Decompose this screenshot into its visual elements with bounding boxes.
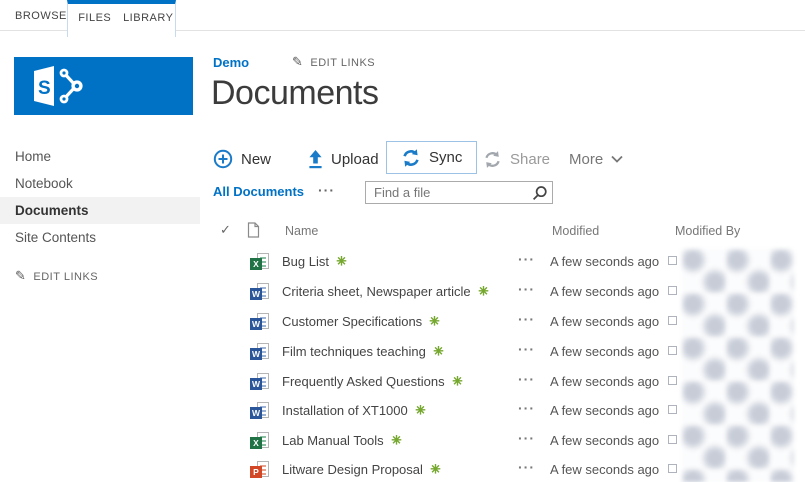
share-button[interactable]: Share: [483, 142, 550, 176]
word-file-icon: W: [250, 343, 269, 360]
find-a-file-searchbox: [365, 181, 553, 204]
table-row[interactable]: W Film techniques teaching ··· A few sec…: [0, 337, 805, 366]
sidebar-item-home[interactable]: Home: [0, 143, 200, 170]
sharepoint-logo-icon: S: [34, 66, 83, 106]
table-row[interactable]: P Litware Design Proposal ··· A few seco…: [0, 455, 805, 482]
row-ellipsis-menu[interactable]: ···: [518, 400, 535, 416]
breadcrumb-demo-link[interactable]: Demo: [213, 55, 249, 70]
row-ellipsis-menu[interactable]: ···: [518, 311, 535, 327]
modified-value: A few seconds ago: [550, 374, 660, 389]
sharepoint-document-library: BROWSE FILES LIBRARY S Home Notebook Doc…: [0, 0, 805, 482]
new-button[interactable]: New: [213, 142, 271, 176]
sync-button-label: Sync: [429, 149, 463, 166]
modified-value: A few seconds ago: [550, 433, 660, 448]
table-row[interactable]: W Customer Specifications ··· A few seco…: [0, 307, 805, 336]
view-all-documents[interactable]: All Documents: [213, 184, 304, 199]
presence-indicator: [668, 464, 677, 473]
page-title: Documents: [211, 74, 379, 112]
sidebar-item-notebook[interactable]: Notebook: [0, 170, 200, 197]
modified-value: A few seconds ago: [550, 284, 660, 299]
upload-arrow-icon: [309, 149, 322, 168]
tab-browse[interactable]: BROWSE: [15, 0, 67, 31]
row-ellipsis-menu[interactable]: ···: [518, 371, 535, 387]
presence-indicator: [668, 435, 677, 444]
file-link[interactable]: Criteria sheet, Newspaper article: [282, 284, 489, 299]
modified-value: A few seconds ago: [550, 462, 660, 477]
word-file-icon: W: [250, 373, 269, 390]
plus-circle-icon: [213, 149, 233, 169]
excel-file-icon: X: [250, 432, 269, 449]
presence-indicator: [668, 256, 677, 265]
new-badge-icon: [452, 376, 462, 386]
tab-library[interactable]: LIBRARY: [122, 4, 176, 37]
new-badge-icon: [430, 464, 441, 474]
presence-indicator: [668, 316, 677, 325]
file-link[interactable]: Film techniques teaching: [282, 344, 444, 359]
new-badge-icon: [391, 435, 401, 445]
sharepoint-logo[interactable]: S: [14, 57, 193, 115]
presence-indicator: [668, 346, 677, 355]
header-edit-links[interactable]: ✎ EDIT LINKS: [292, 55, 375, 70]
share-icon: [485, 150, 500, 168]
excel-file-icon: X: [250, 253, 269, 270]
row-ellipsis-menu[interactable]: ···: [518, 251, 535, 267]
sync-button[interactable]: Sync: [386, 141, 478, 174]
more-button-label: More: [569, 150, 604, 168]
column-header-name[interactable]: Name: [285, 224, 318, 238]
new-badge-icon: [478, 286, 488, 296]
column-header-modified-by[interactable]: Modified By: [675, 224, 740, 238]
table-row[interactable]: W Frequently Asked Questions ··· A few s…: [0, 367, 805, 396]
ribbon-contextual-tabs: FILES LIBRARY: [67, 0, 176, 37]
presence-indicator: [668, 286, 677, 295]
header-edit-links-label: EDIT LINKS: [310, 56, 376, 69]
new-button-label: New: [241, 150, 272, 168]
search-icon[interactable]: [531, 185, 548, 202]
new-badge-icon: [336, 256, 347, 266]
presence-indicator: [668, 376, 677, 385]
tab-files[interactable]: FILES: [68, 4, 122, 37]
file-link[interactable]: Installation of XT1000: [282, 403, 426, 418]
row-ellipsis-menu[interactable]: ···: [518, 281, 535, 297]
row-ellipsis-menu[interactable]: ···: [518, 459, 535, 475]
new-badge-icon: [415, 405, 426, 415]
modified-value: A few seconds ago: [550, 314, 660, 329]
file-link[interactable]: Bug List: [282, 254, 347, 269]
new-badge-icon: [429, 316, 440, 326]
share-button-label: Share: [510, 150, 551, 168]
modified-value: A few seconds ago: [550, 254, 660, 269]
table-row[interactable]: X Lab Manual Tools ··· A few seconds ago: [0, 426, 805, 455]
more-button[interactable]: More: [569, 142, 623, 176]
word-file-icon: W: [250, 313, 269, 330]
table-row[interactable]: W Criteria sheet, Newspaper article ··· …: [0, 277, 805, 306]
word-file-icon: W: [250, 283, 269, 300]
pencil-icon: ✎: [292, 55, 304, 70]
new-badge-icon: [433, 346, 444, 356]
table-row[interactable]: W Installation of XT1000 ··· A few secon…: [0, 396, 805, 425]
modified-value: A few seconds ago: [550, 403, 660, 418]
sync-icon: [403, 148, 419, 167]
file-link[interactable]: Litware Design Proposal: [282, 462, 441, 477]
document-type-column-icon[interactable]: [247, 222, 260, 238]
table-row[interactable]: X Bug List ··· A few seconds ago: [0, 247, 805, 276]
upload-button[interactable]: Upload: [308, 142, 379, 176]
row-ellipsis-menu[interactable]: ···: [518, 341, 535, 357]
powerpoint-file-icon: P: [250, 461, 269, 478]
file-link[interactable]: Customer Specifications: [282, 314, 440, 329]
word-file-icon: W: [250, 402, 269, 419]
upload-button-label: Upload: [331, 150, 379, 168]
row-ellipsis-menu[interactable]: ···: [518, 430, 535, 446]
svg-text:S: S: [38, 78, 51, 99]
column-header-modified[interactable]: Modified: [552, 224, 599, 238]
sidebar-item-documents[interactable]: Documents: [0, 197, 200, 224]
file-link[interactable]: Lab Manual Tools: [282, 433, 402, 448]
presence-indicator: [668, 405, 677, 414]
search-input[interactable]: [366, 182, 530, 203]
chevron-down-icon: [611, 155, 623, 163]
modified-value: A few seconds ago: [550, 344, 660, 359]
select-all-check-icon[interactable]: ✓: [220, 223, 231, 238]
view-overflow-ellipsis[interactable]: ···: [318, 182, 335, 198]
file-link[interactable]: Frequently Asked Questions: [282, 374, 463, 389]
